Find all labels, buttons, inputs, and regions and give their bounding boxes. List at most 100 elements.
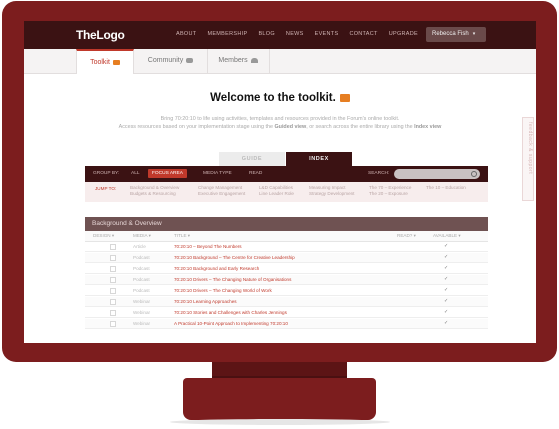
nav-link-upgrade[interactable]: UPGRADE	[389, 31, 418, 37]
jump-col-2: Change Management Executive Engagement	[198, 185, 245, 197]
user-menu-button[interactable]: Rebecca Fish ▾	[426, 27, 486, 42]
tab-community[interactable]: Community	[134, 49, 208, 73]
intro-text-a: Access resources based on your implement…	[118, 124, 275, 130]
checkmark-icon: ✓	[444, 276, 449, 282]
jump-to-label: JUMP TO:	[95, 186, 117, 191]
row-title-link[interactable]: 70:20:10 Drivers – The Changing World of…	[174, 288, 272, 293]
tab-guide[interactable]: GUIDE	[219, 152, 285, 166]
jump-link[interactable]: Budgets & Resourcing	[130, 191, 179, 197]
row-checkbox[interactable]	[110, 310, 116, 316]
nav-link-membership[interactable]: MEMBERSHIP	[207, 31, 247, 37]
intro-text: Bring 70:20:10 to life using activities,…	[64, 115, 496, 131]
col-read[interactable]: READ? ▾	[397, 233, 416, 239]
checkmark-icon: ✓	[444, 309, 449, 315]
jump-col-1: Background & Overview Budgets & Resourci…	[130, 185, 179, 197]
row-checkbox[interactable]	[110, 299, 116, 305]
table-row[interactable]: Webinar 70:20:10 Learning Approaches ✓	[85, 297, 488, 307]
top-nav: TheLogo ABOUT MEMBERSHIP BLOG NEWS EVENT…	[24, 21, 536, 49]
monitor-base	[183, 378, 376, 420]
search-input[interactable]	[394, 169, 480, 179]
chat-icon	[186, 57, 194, 63]
checkmark-icon: ✓	[444, 254, 449, 260]
table-row[interactable]: Podcast 70:20:10 Drivers – The Changing N…	[85, 275, 488, 285]
section-header: Background & Overview	[85, 217, 488, 231]
row-checkbox[interactable]	[110, 277, 116, 283]
jump-col-3: L&D Capabilities Line Leader Role	[259, 185, 294, 197]
table-row[interactable]: Webinar 70:20:10 Stories and Challenges w…	[85, 308, 488, 318]
checkmark-icon: ✓	[444, 320, 449, 326]
tab-members-label: Members	[218, 57, 248, 64]
table-row[interactable]: Podcast 70:20:10 Drivers – The Changing W…	[85, 286, 488, 296]
nav-link-news[interactable]: NEWS	[286, 31, 304, 37]
tab-members[interactable]: Members	[207, 49, 270, 73]
row-title-link[interactable]: 70:20:10 – Beyond The Numbers	[174, 244, 242, 249]
jump-link[interactable]: Executive Engagement	[198, 191, 245, 197]
row-checkbox[interactable]	[110, 266, 116, 272]
row-title-link[interactable]: 70:20:10 Drivers – The Changing Nature o…	[174, 277, 291, 282]
intro-line-2: Access resources based on your implement…	[64, 123, 496, 131]
tab-index[interactable]: INDEX	[286, 152, 352, 166]
jump-link[interactable]: Strategy Development	[309, 191, 354, 197]
filter-all[interactable]: ALL	[131, 171, 140, 176]
row-title-link[interactable]: A Practical 10-Point Approach to Impleme…	[174, 321, 288, 326]
row-media: Article	[133, 244, 146, 249]
row-title-link[interactable]: 70:20:10 Background and Early Research	[174, 266, 259, 271]
checkmark-icon: ✓	[444, 243, 449, 249]
user-name: Rebecca Fish	[432, 31, 469, 37]
monitor-shadow	[170, 419, 390, 425]
checkmark-icon: ✓	[444, 287, 449, 293]
row-title-link[interactable]: 70:20:10 Learning Approaches	[174, 299, 237, 304]
row-title-link[interactable]: 70:20:10 Background – The Centre for Cre…	[174, 255, 295, 260]
col-media[interactable]: MEDIA ▾	[133, 233, 151, 239]
row-media: Podcast	[133, 288, 150, 293]
feedback-tab[interactable]: feedback & support	[522, 117, 534, 201]
search-icon[interactable]	[471, 171, 477, 177]
table-row[interactable]: Podcast 70:20:10 Background and Early Res…	[85, 264, 488, 274]
row-media: Podcast	[133, 266, 150, 271]
tab-toolkit-label: Toolkit	[90, 59, 110, 66]
checkmark-icon: ✓	[444, 298, 449, 304]
table-row[interactable]: Webinar A Practical 10-Point Approach to …	[85, 319, 488, 329]
table-row[interactable]: Podcast 70:20:10 Background – The Centre …	[85, 253, 488, 263]
row-media: Podcast	[133, 277, 150, 282]
jump-link[interactable]: The 10 – Education	[426, 185, 466, 191]
jump-to-bar: JUMP TO: Background & Overview Budgets &…	[85, 182, 488, 202]
nav-link-contact[interactable]: CONTACT	[349, 31, 377, 37]
col-available[interactable]: AVAILABLE ▾	[433, 233, 461, 239]
tab-toolkit[interactable]: Toolkit	[76, 49, 134, 74]
row-checkbox[interactable]	[110, 255, 116, 261]
jump-col-6: The 10 – Education	[426, 185, 466, 191]
tab-community-label: Community	[147, 57, 184, 64]
group-by-label: GROUP BY:	[93, 171, 120, 176]
page-title: Welcome to the toolkit.	[24, 92, 536, 104]
index-view-link[interactable]: Index view	[414, 124, 441, 130]
screen: TheLogo ABOUT MEMBERSHIP BLOG NEWS EVENT…	[24, 21, 536, 343]
people-icon	[250, 57, 258, 63]
col-title[interactable]: TITLE ▾	[174, 233, 190, 239]
logo[interactable]: TheLogo	[76, 28, 125, 42]
nav-link-blog[interactable]: BLOG	[258, 31, 274, 37]
table-row[interactable]: Article 70:20:10 – Beyond The Numbers ✓	[85, 242, 488, 252]
guided-view-link[interactable]: Guided view	[274, 124, 306, 130]
filter-focus-area[interactable]: FOCUS AREA	[148, 169, 187, 178]
filter-media-type[interactable]: MEDIA TYPE	[203, 171, 232, 176]
filter-read[interactable]: READ	[249, 171, 262, 176]
checkmark-icon: ✓	[444, 265, 449, 271]
row-checkbox[interactable]	[110, 244, 116, 250]
col-design[interactable]: DESIGN ▾	[93, 233, 114, 239]
nav-link-events[interactable]: EVENTS	[315, 31, 339, 37]
feedback-label: feedback & support	[527, 122, 533, 175]
intro-text-b: , or search across the entire library us…	[306, 124, 415, 130]
nav-link-about[interactable]: ABOUT	[176, 31, 196, 37]
briefcase-icon	[112, 59, 120, 65]
table-header: DESIGN ▾ MEDIA ▾ TITLE ▾ READ? ▾ AVAILAB…	[85, 231, 488, 242]
filter-bar: GROUP BY: ALL FOCUS AREA MEDIA TYPE READ…	[85, 166, 488, 182]
jump-link[interactable]: The 20 – Exposure	[369, 191, 411, 197]
row-checkbox[interactable]	[110, 288, 116, 294]
row-title-link[interactable]: 70:20:10 Stories and Challenges with Cha…	[174, 310, 287, 315]
intro-line-1: Bring 70:20:10 to life using activities,…	[160, 116, 400, 122]
search-label: SEARCH:	[368, 171, 390, 176]
jump-link[interactable]: Line Leader Role	[259, 191, 294, 197]
row-checkbox[interactable]	[110, 321, 116, 327]
jump-col-4: Measuring Impact Strategy Development	[309, 185, 354, 197]
